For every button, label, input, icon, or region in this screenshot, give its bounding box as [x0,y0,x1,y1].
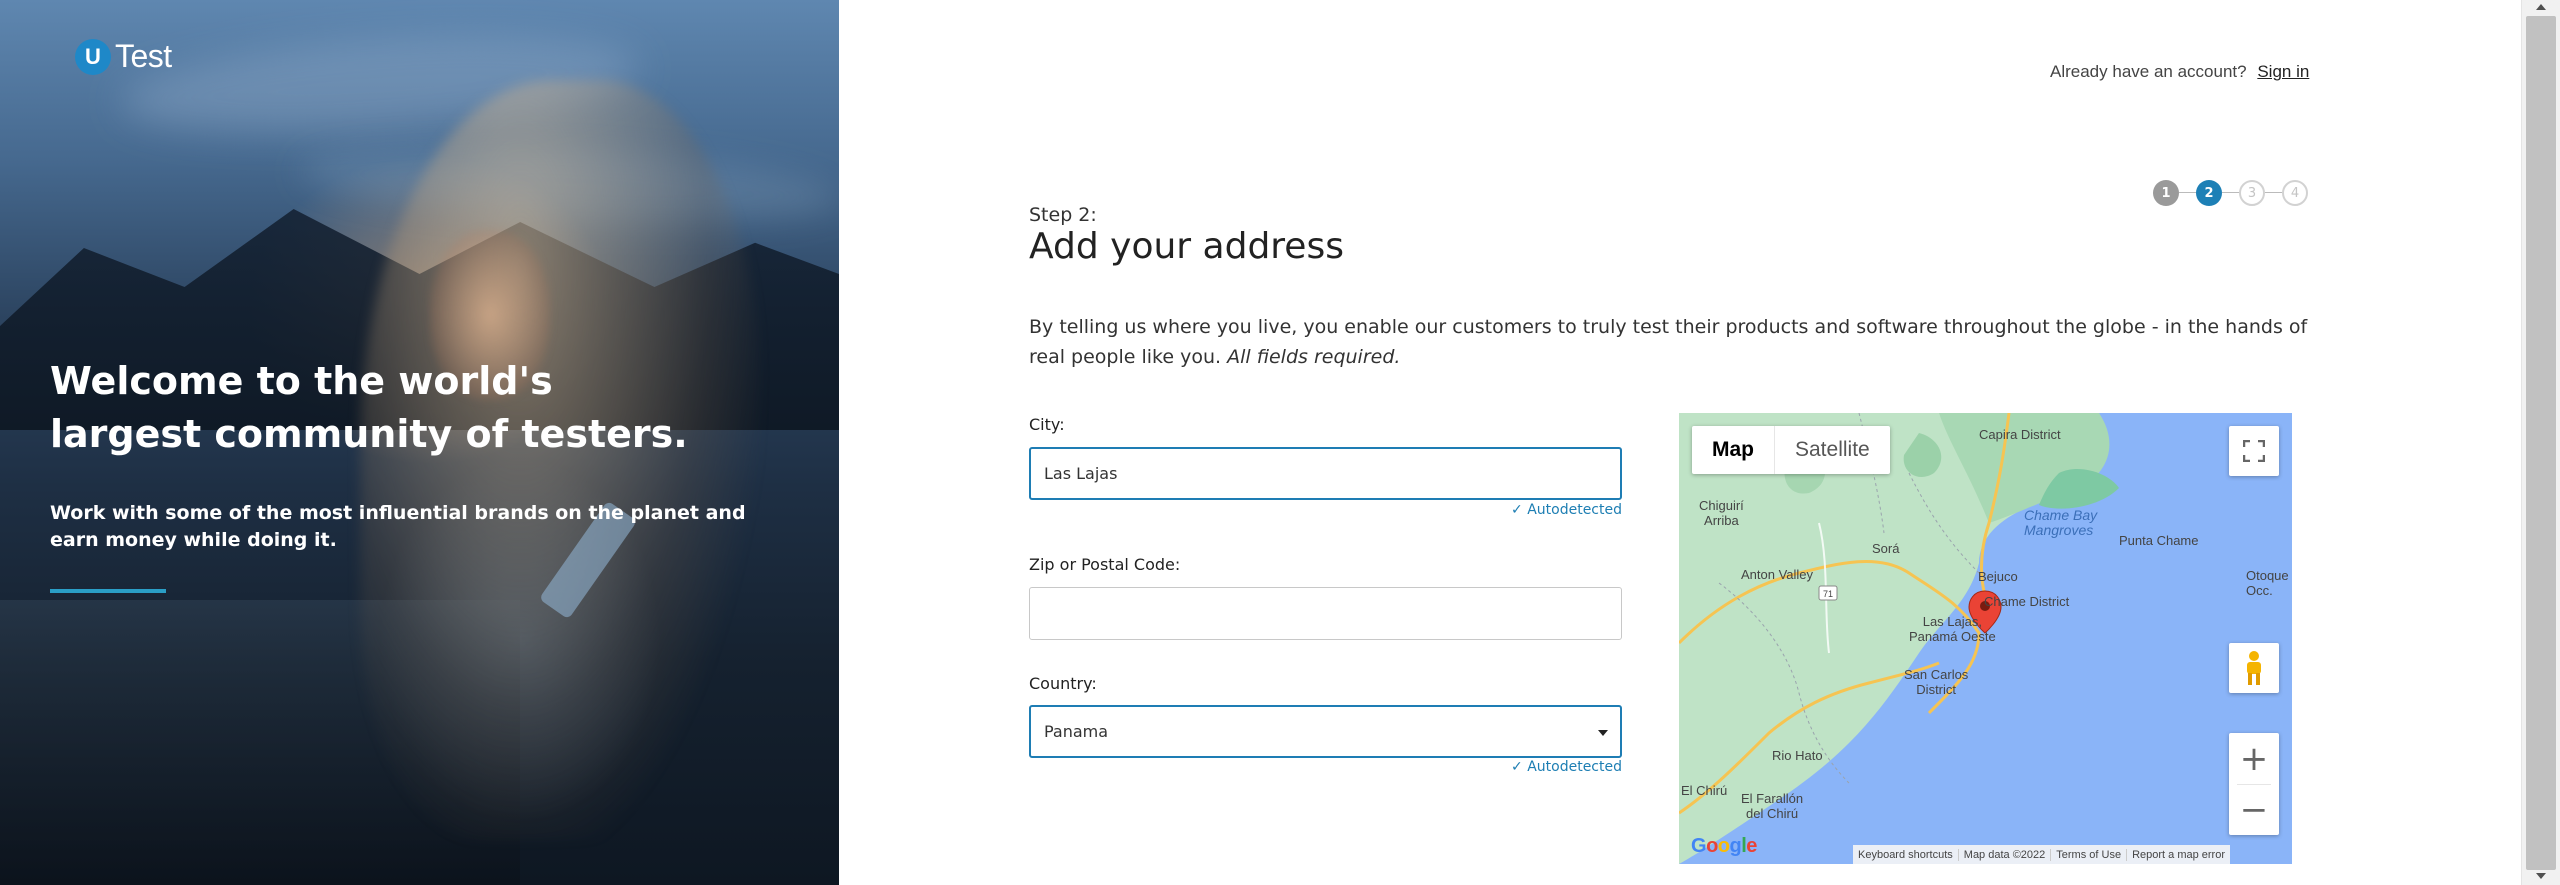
terms-of-use-link[interactable]: Terms of Use [2050,848,2126,861]
city-autodetected: ✓ Autodetected [1511,502,1622,518]
country-autodetected-row: ✓ Autodetected [1029,759,1622,777]
zoom-out-button[interactable]: − [2229,784,2279,835]
map-label-chame-bay: Chame Bay Mangroves [2024,507,2098,538]
keyboard-shortcuts-link[interactable]: Keyboard shortcuts [1853,849,1958,861]
hero-title: Welcome to the world's largest community… [50,359,688,456]
step-1: 1 [2153,180,2179,206]
google-letter: e [1746,835,1757,857]
map-label-las-lajas: Las Lajas, Panamá Oeste [1909,614,1996,644]
map-label-chiguiri: Chiguirí Arriba [1699,498,1744,528]
google-letter: o [1717,835,1730,857]
step-connector [2179,192,2196,193]
street-view-button[interactable] [2229,643,2279,693]
location-map[interactable]: 71 Map Satellite + − Capira District Chi… [1679,413,2292,864]
zip-label: Zip or Postal Code: [1029,555,1181,574]
google-logo[interactable]: Google [1691,835,1757,858]
intro-body: By telling us where you live, you enable… [1029,316,2308,368]
scroll-thumb[interactable] [2526,16,2556,870]
country-value: Panama [1044,722,1109,741]
google-letter: g [1729,835,1742,857]
intro-required: All fields required. [1227,346,1401,368]
map-label-otoque: Otoque Occ. [2246,568,2289,598]
google-letter: o [1706,835,1718,857]
zoom-in-button[interactable]: + [2229,733,2279,784]
utest-logo[interactable]: U Test [75,38,172,75]
sign-in-link[interactable]: Sign in [2257,62,2309,81]
map-type-map-button[interactable]: Map [1692,426,1774,474]
country-autodetected: ✓ Autodetected [1511,759,1622,775]
page-title: Add your address [1029,226,1344,267]
city-label: City: [1029,415,1065,434]
country-label: Country: [1029,674,1097,693]
map-label-anton-valley: Anton Valley [1741,567,1814,582]
pegman-icon [2247,651,2261,685]
intro-text: By telling us where you live, you enable… [1029,312,2309,372]
hero-panel: U Test Welcome to the world's largest co… [0,0,839,885]
map-attribution: Keyboard shortcuts Map data ©2022 Terms … [1853,845,2231,864]
step-4: 4 [2282,180,2308,206]
scroll-down-icon[interactable] [2536,873,2546,879]
zoom-divider [2237,784,2271,785]
scroll-up-icon[interactable] [2536,4,2546,10]
logo-badge: U [75,38,111,75]
map-label-el-chiru: El Chirú [1681,783,1728,798]
report-map-error-link[interactable]: Report a map error [2126,848,2230,861]
hero-subtitle: Work with some of the most influential b… [50,502,746,551]
map-label-chame-district: Chame District [1984,594,2070,609]
hero-divider [50,589,166,593]
map-data-text: Map data ©2022 [1957,848,2051,861]
map-type-control: Map Satellite [1692,426,1890,474]
chevron-down-icon [1598,730,1608,736]
step-3: 3 [2239,180,2265,206]
step-connector [2222,192,2239,193]
map-type-satellite-button[interactable]: Satellite [1774,426,1890,474]
have-account-text: Already have an account? [2050,62,2247,81]
map-label-el-farallon: El Farallón del Chirú [1741,791,1804,821]
map-label-bejuco: Bejuco [1978,569,2018,584]
page-scrollbar[interactable] [2521,0,2560,885]
signin-prompt: Already have an account? Sign in [2050,62,2309,82]
step-connector [2265,192,2282,193]
zoom-control: + − [2229,733,2279,835]
map-label-sora: Sorá [1872,541,1900,556]
map-label-rio-hato: Rio Hato [1772,748,1823,763]
map-label-capira: Capira District [1979,427,2061,442]
fullscreen-button[interactable] [2229,426,2279,476]
zip-input[interactable] [1029,587,1622,640]
step-indicator: 1 2 3 4 [2153,180,2311,206]
fullscreen-icon [2243,440,2265,462]
map-label-san-carlos: San Carlos District [1904,667,1969,697]
step-2: 2 [2196,180,2222,206]
route-shield-text: 71 [1823,589,1833,599]
logo-text: Test [115,38,172,74]
city-value: Las Lajas [1044,464,1118,483]
step-label: Step 2: [1029,204,1097,226]
city-autodetected-row: ✓ Autodetected [1029,502,1622,520]
google-letter: G [1691,835,1707,857]
map-label-punta-chame: Punta Chame [2119,533,2199,548]
city-input[interactable]: Las Lajas [1029,447,1622,500]
country-select[interactable]: Panama [1029,705,1622,758]
